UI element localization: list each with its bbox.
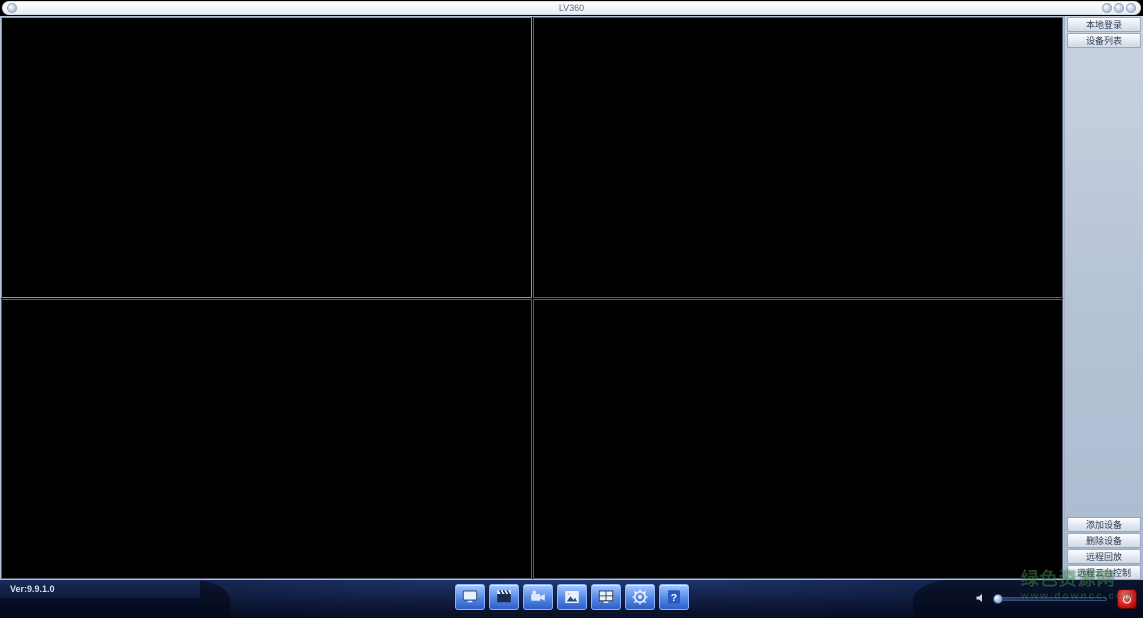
layout-icon bbox=[597, 588, 615, 606]
gear-icon bbox=[631, 588, 649, 606]
bottom-toolbar: ? bbox=[455, 584, 689, 610]
video-cell-1[interactable] bbox=[1, 17, 532, 298]
snapshot-button[interactable] bbox=[557, 584, 587, 610]
video-cell-2[interactable] bbox=[533, 17, 1064, 298]
volume-thumb[interactable] bbox=[993, 594, 1003, 604]
record-button[interactable] bbox=[489, 584, 519, 610]
power-icon bbox=[1121, 593, 1133, 605]
bottombar: Ver: 9.9.1.0 bbox=[0, 580, 1143, 618]
monitor-icon bbox=[461, 588, 479, 606]
maximize-button[interactable] bbox=[1114, 3, 1124, 13]
titlebar: LV360 bbox=[2, 1, 1141, 15]
camcorder-icon bbox=[529, 588, 547, 606]
remove-device-button[interactable]: 删除设备 bbox=[1067, 533, 1141, 548]
settings-button[interactable] bbox=[625, 584, 655, 610]
video-cell-4[interactable] bbox=[533, 299, 1064, 580]
camera-button[interactable] bbox=[523, 584, 553, 610]
remote-playback-button[interactable]: 远程回放 bbox=[1067, 549, 1141, 564]
picture-icon bbox=[563, 588, 581, 606]
app-title: LV360 bbox=[3, 3, 1140, 13]
clapper-icon bbox=[495, 588, 513, 606]
multi-view-button[interactable] bbox=[591, 584, 621, 610]
svg-text:?: ? bbox=[670, 592, 676, 604]
add-device-button[interactable]: 添加设备 bbox=[1067, 517, 1141, 532]
device-list-button[interactable]: 设备列表 bbox=[1067, 33, 1141, 48]
volume-icon[interactable] bbox=[975, 592, 987, 607]
single-view-button[interactable] bbox=[455, 584, 485, 610]
local-login-button[interactable]: 本地登录 bbox=[1067, 17, 1141, 32]
version-prefix: Ver: bbox=[10, 584, 27, 594]
video-grid bbox=[0, 16, 1064, 580]
volume-slider[interactable] bbox=[997, 597, 1107, 601]
version-label: Ver: 9.9.1.0 bbox=[0, 580, 200, 598]
close-button[interactable] bbox=[1126, 3, 1136, 13]
side-panel: 本地登录 设备列表 添加设备 删除设备 远程回放 远程云台控制 bbox=[1064, 16, 1143, 580]
version-number: 9.9.1.0 bbox=[27, 584, 55, 594]
help-icon: ? bbox=[665, 588, 683, 606]
sysmenu-button[interactable] bbox=[7, 3, 17, 13]
video-cell-3[interactable] bbox=[1, 299, 532, 580]
minimize-button[interactable] bbox=[1102, 3, 1112, 13]
remote-ptz-button[interactable]: 远程云台控制 bbox=[1067, 565, 1141, 580]
power-button[interactable] bbox=[1117, 589, 1137, 609]
help-button[interactable]: ? bbox=[659, 584, 689, 610]
